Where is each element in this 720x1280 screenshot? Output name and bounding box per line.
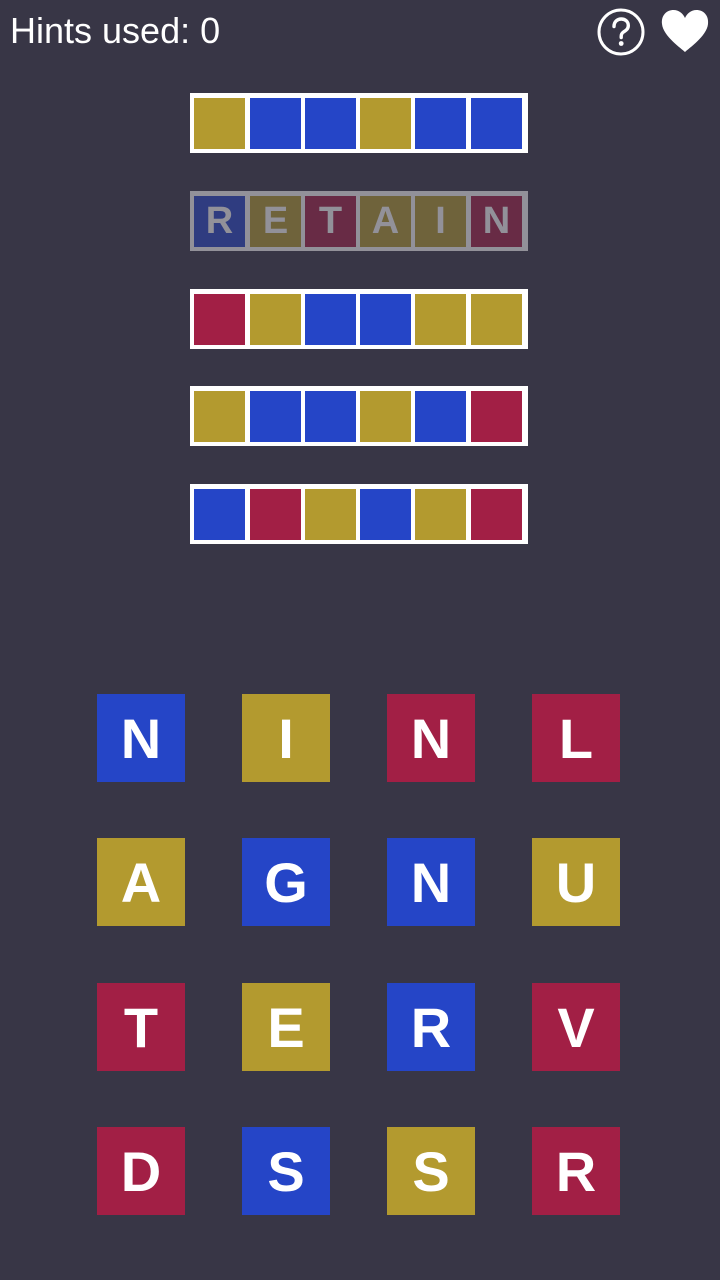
word-cell[interactable]: [415, 98, 466, 149]
word-cell[interactable]: [360, 294, 411, 345]
letter-tile[interactable]: T: [97, 983, 185, 1071]
word-cell[interactable]: T: [305, 196, 356, 247]
word-cell[interactable]: [194, 391, 245, 442]
word-cell[interactable]: [305, 294, 356, 345]
word-cell[interactable]: [250, 391, 301, 442]
letter-tile[interactable]: R: [532, 1127, 620, 1215]
letter-tile[interactable]: N: [387, 838, 475, 926]
word-row[interactable]: RETAIN: [190, 191, 528, 251]
word-cell[interactable]: [360, 489, 411, 540]
word-cell[interactable]: [250, 294, 301, 345]
word-cell[interactable]: [471, 489, 522, 540]
word-cell[interactable]: [415, 391, 466, 442]
word-cell[interactable]: [471, 98, 522, 149]
word-cell[interactable]: [250, 98, 301, 149]
word-cell[interactable]: [471, 294, 522, 345]
help-button[interactable]: [597, 8, 645, 56]
word-cell[interactable]: [360, 391, 411, 442]
word-cell[interactable]: N: [471, 196, 522, 247]
hints-counter: Hints used: 0: [10, 10, 221, 51]
letter-tile[interactable]: E: [242, 983, 330, 1071]
word-row[interactable]: [190, 289, 528, 349]
letter-tile[interactable]: I: [242, 694, 330, 782]
word-cell[interactable]: [194, 489, 245, 540]
word-cell[interactable]: [194, 294, 245, 345]
letter-tile[interactable]: D: [97, 1127, 185, 1215]
word-cell[interactable]: [194, 98, 245, 149]
letter-tile[interactable]: N: [387, 694, 475, 782]
word-cell[interactable]: [250, 489, 301, 540]
letter-tile[interactable]: S: [242, 1127, 330, 1215]
word-cell[interactable]: [305, 391, 356, 442]
word-cell[interactable]: [415, 294, 466, 345]
word-cell[interactable]: A: [360, 196, 411, 247]
letter-tile[interactable]: R: [387, 983, 475, 1071]
word-row[interactable]: [190, 93, 528, 153]
letter-tile[interactable]: V: [532, 983, 620, 1071]
letter-tile[interactable]: A: [97, 838, 185, 926]
help-circle-icon: [597, 8, 645, 56]
word-row[interactable]: [190, 386, 528, 446]
word-cell[interactable]: R: [194, 196, 245, 247]
word-cell[interactable]: [305, 98, 356, 149]
heart-icon: [661, 10, 709, 52]
letter-tile[interactable]: N: [97, 694, 185, 782]
word-cell[interactable]: [360, 98, 411, 149]
word-row[interactable]: [190, 484, 528, 544]
word-cell[interactable]: [305, 489, 356, 540]
letter-tile[interactable]: S: [387, 1127, 475, 1215]
favorite-button[interactable]: [660, 8, 710, 54]
letter-tile[interactable]: U: [532, 838, 620, 926]
word-cell[interactable]: I: [415, 196, 466, 247]
word-cell[interactable]: E: [250, 196, 301, 247]
letter-tile[interactable]: L: [532, 694, 620, 782]
letter-tile[interactable]: G: [242, 838, 330, 926]
word-cell[interactable]: [471, 391, 522, 442]
word-cell[interactable]: [415, 489, 466, 540]
